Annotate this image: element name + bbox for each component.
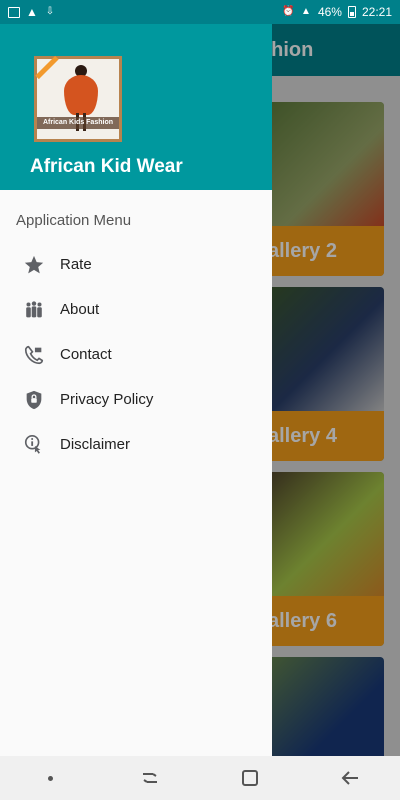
menu-item-about[interactable]: About xyxy=(0,287,272,332)
navigation-drawer: African Kids Fashion African Kid Wear Ap… xyxy=(0,24,272,756)
assistant-dot-button[interactable] xyxy=(30,758,70,798)
app-logo: African Kids Fashion xyxy=(34,55,122,142)
warning-icon: ▲ xyxy=(26,5,38,19)
lock-icon xyxy=(22,388,46,412)
menu-item-label: Rate xyxy=(60,256,92,273)
gallery-notification-icon xyxy=(8,6,20,18)
back-button[interactable] xyxy=(330,758,370,798)
download-icon: ⇩ xyxy=(45,6,55,17)
recents-icon xyxy=(143,773,157,783)
people-icon xyxy=(22,298,46,322)
menu-item-contact[interactable]: Contact xyxy=(0,332,272,377)
info-touch-icon xyxy=(22,433,46,457)
home-button[interactable] xyxy=(230,758,270,798)
battery-percent: 46% xyxy=(317,5,342,19)
menu-item-disclaimer[interactable]: Disclaimer xyxy=(0,422,272,467)
battery-icon xyxy=(347,6,356,18)
menu-item-label: Contact xyxy=(60,346,112,363)
menu-item-label: About xyxy=(60,301,100,318)
clock: 22:21 xyxy=(361,5,392,19)
menu-item-label: Privacy Policy xyxy=(60,391,154,408)
phone-icon xyxy=(22,343,46,367)
menu-item-rate[interactable]: Rate xyxy=(0,242,272,287)
menu-item-privacy-policy[interactable]: Privacy Policy xyxy=(0,377,272,422)
recents-button[interactable] xyxy=(130,758,170,798)
menu-section-title: Application Menu xyxy=(16,212,132,229)
alarm-icon: ⏰ xyxy=(281,6,295,17)
dot-icon xyxy=(47,775,53,781)
status-bar: ▲ ⇩ ⏰ ▲ 46% 22:21 xyxy=(0,0,400,24)
star-icon xyxy=(22,253,46,277)
system-navigation-bar xyxy=(0,756,400,800)
app-name: African Kid Wear xyxy=(30,156,183,177)
logo-banner-text: African Kids Fashion xyxy=(37,117,119,129)
drawer-header: African Kids Fashion African Kid Wear xyxy=(0,24,272,190)
home-icon xyxy=(242,770,258,786)
menu-item-label: Disclaimer xyxy=(60,436,131,453)
signal-icon: ▲ xyxy=(300,6,311,17)
back-arrow-icon xyxy=(341,771,358,785)
